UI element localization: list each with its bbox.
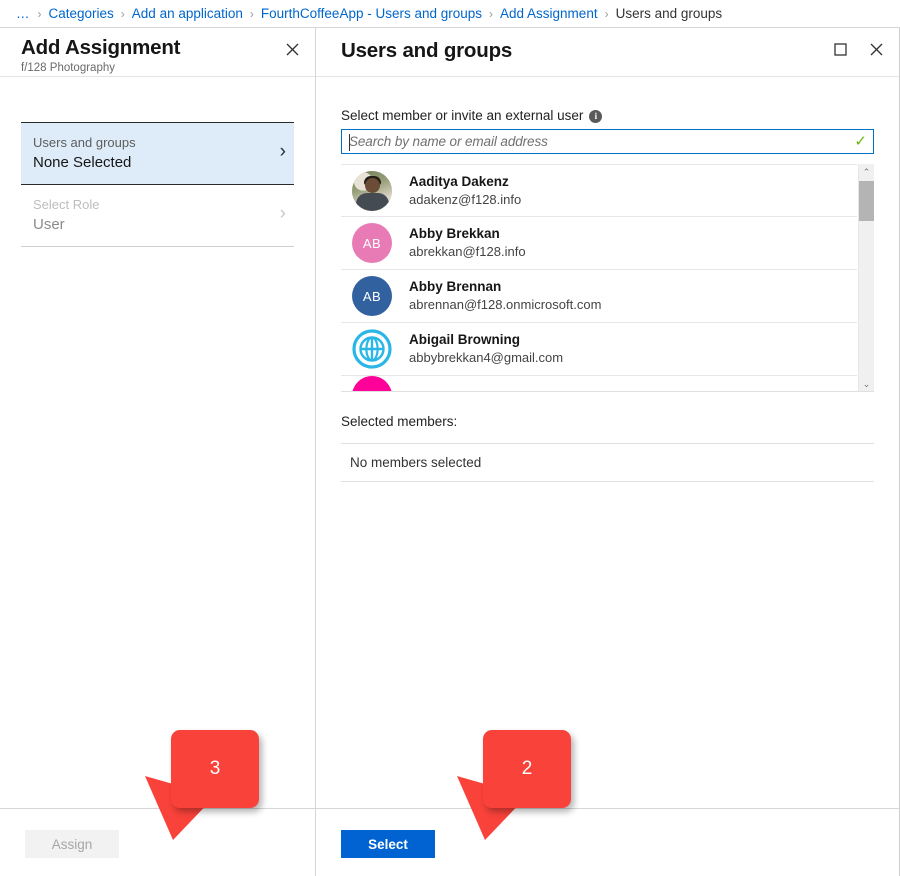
azure-portal-screen: … › Categories › Add an application › Fo… (0, 0, 900, 876)
maximize-icon[interactable] (829, 38, 851, 60)
member-name: Abigail Browning (409, 331, 563, 349)
list-item[interactable]: Aaditya Dakenz adakenz@f128.info (341, 164, 857, 217)
scroll-up-icon[interactable]: ⌃ (859, 164, 874, 180)
search-input[interactable]: Search by name or email address (349, 134, 548, 149)
chevron-right-icon: › (280, 203, 286, 225)
breadcrumb-item-fourthcoffeeapp-users-and-groups[interactable]: FourthCoffeeApp - Users and groups (261, 6, 482, 21)
users-and-groups-footer: Select (316, 808, 899, 876)
member-email: abrennan@f128.onmicrosoft.com (409, 296, 601, 314)
add-assignment-footer: Assign (0, 808, 315, 876)
page-title: Add Assignment (21, 36, 299, 60)
text-caret (349, 134, 350, 151)
users-and-groups-window-actions (829, 38, 887, 60)
assign-button[interactable]: Assign (25, 830, 119, 858)
member-text: Aaditya Dakenz adakenz@f128.info (409, 173, 521, 209)
member-text: Abby Brekkan abrekkan@f128.info (409, 225, 526, 261)
member-name: Abby Brennan (409, 278, 601, 296)
close-icon[interactable] (865, 38, 887, 60)
breadcrumb-separator: › (121, 7, 125, 21)
scrollbar-thumb[interactable] (859, 181, 874, 221)
avatar: AB (352, 223, 392, 263)
list-item[interactable]: AB Abby Brekkan abrekkan@f128.info (341, 217, 857, 270)
add-assignment-window-actions (281, 38, 303, 60)
selected-members-label: Selected members: (341, 414, 874, 429)
tile-select-role-label: Select Role (33, 195, 264, 214)
member-rows: Aaditya Dakenz adakenz@f128.info AB Abby… (341, 164, 857, 392)
member-text: Abby Brennan abrennan@f128.onmicrosoft.c… (409, 278, 601, 314)
avatar (352, 171, 392, 211)
breadcrumb-item-categories[interactable]: Categories (49, 6, 114, 21)
member-email: abbybrekkan4@gmail.com (409, 349, 563, 367)
users-and-groups-title: Users and groups (341, 36, 883, 66)
member-list: Aaditya Dakenz adakenz@f128.info AB Abby… (341, 164, 874, 392)
page-subtitle: f/128 Photography (21, 61, 299, 76)
tile-users-and-groups[interactable]: Users and groups None Selected › (21, 122, 294, 184)
tile-select-role-value: User (33, 214, 264, 236)
tiles-bottom-divider (21, 246, 294, 247)
tile-users-and-groups-label: Users and groups (33, 133, 264, 152)
member-list-scrollbar[interactable]: ⌃ ⌄ (858, 164, 874, 392)
breadcrumb: … › Categories › Add an application › Fo… (0, 0, 900, 28)
breadcrumb-separator: › (605, 7, 609, 21)
list-item[interactable] (341, 376, 857, 392)
member-email: adakenz@f128.info (409, 191, 521, 209)
select-button[interactable]: Select (341, 830, 435, 858)
close-icon[interactable] (281, 38, 303, 60)
breadcrumb-separator: › (489, 7, 493, 21)
breadcrumb-item-current: Users and groups (616, 6, 723, 21)
users-and-groups-header: Users and groups (316, 28, 899, 77)
list-item[interactable]: Abigail Browning abbybrekkan4@gmail.com (341, 323, 857, 376)
breadcrumb-separator: › (250, 7, 254, 21)
breadcrumb-item-add-an-application[interactable]: Add an application (132, 6, 243, 21)
list-item[interactable]: AB Abby Brennan abrennan@f128.onmicrosof… (341, 270, 857, 323)
member-email: abrekkan@f128.info (409, 243, 526, 261)
search-field-label-text: Select member or invite an external user (341, 107, 583, 125)
breadcrumb-item-ellipsis[interactable]: … (16, 6, 31, 21)
users-and-groups-blade: Users and groups Select member or invite (316, 28, 900, 876)
tile-users-and-groups-value: None Selected (33, 152, 264, 174)
add-assignment-blade: Add Assignment f/128 Photography Users a… (0, 28, 316, 876)
globe-icon (352, 329, 392, 369)
member-name: Aaditya Dakenz (409, 173, 521, 191)
users-and-groups-body: Select member or invite an external user… (316, 77, 899, 482)
member-name: Abby Brekkan (409, 225, 526, 243)
assignment-tiles: Users and groups None Selected › Select … (0, 77, 315, 247)
add-assignment-header: Add Assignment f/128 Photography (0, 28, 315, 77)
breadcrumb-item-add-assignment[interactable]: Add Assignment (500, 6, 598, 21)
avatar-initials: AB (363, 289, 381, 304)
info-icon[interactable]: i (589, 110, 602, 123)
tile-select-role[interactable]: Select Role User › (21, 184, 294, 246)
selected-members-box: No members selected (341, 443, 874, 482)
avatar (352, 376, 392, 392)
checkmark-icon: ✓ (854, 133, 867, 150)
avatar-initials: AB (363, 236, 381, 251)
breadcrumb-separator: › (38, 7, 42, 21)
avatar: AB (352, 276, 392, 316)
scroll-down-icon[interactable]: ⌄ (859, 376, 874, 392)
selected-members-empty-text: No members selected (350, 455, 481, 470)
search-field-label: Select member or invite an external user… (341, 107, 874, 125)
chevron-right-icon: › (280, 141, 286, 163)
search-input-wrapper[interactable]: Search by name or email address ✓ (341, 129, 874, 154)
member-text: Abigail Browning abbybrekkan4@gmail.com (409, 331, 563, 367)
